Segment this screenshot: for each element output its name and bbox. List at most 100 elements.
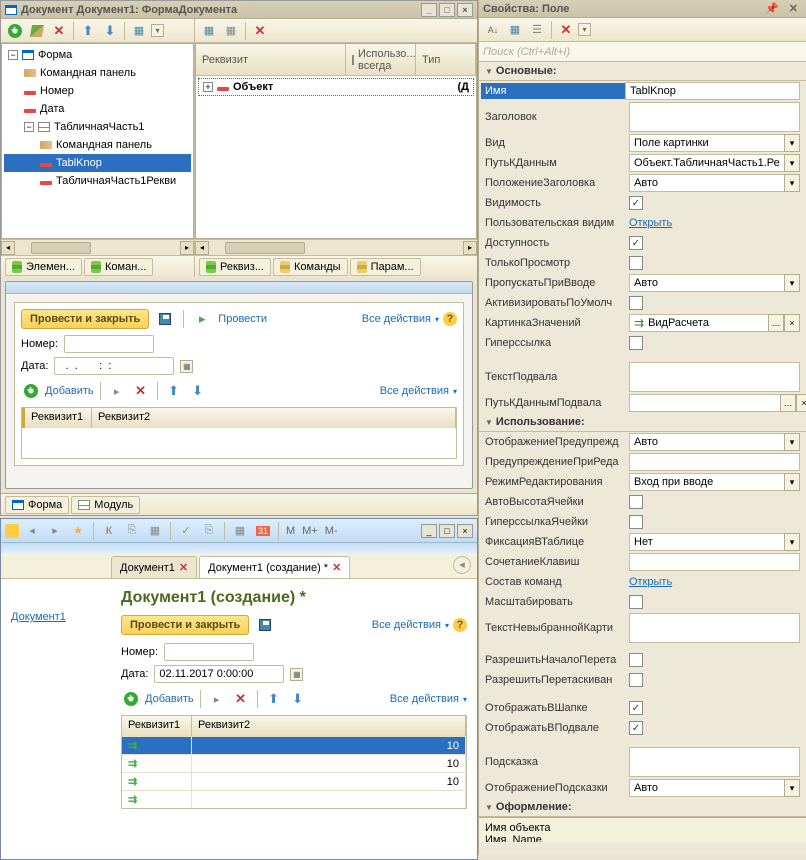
elements-tree[interactable]: −Форма Командная панель Номер Дата −Табл… bbox=[2, 44, 193, 192]
mplus-button[interactable]: M+ bbox=[300, 525, 320, 537]
prop-noimg-input[interactable] bbox=[629, 613, 800, 643]
prop-drag-check[interactable] bbox=[629, 673, 643, 687]
close-tab-icon[interactable]: ✕ bbox=[332, 561, 341, 574]
copy-button[interactable]: ▸ bbox=[107, 381, 127, 401]
tab-commands2[interactable]: Команды bbox=[273, 258, 348, 276]
add-row-button[interactable] bbox=[21, 381, 41, 401]
prop-activdef-check[interactable] bbox=[629, 296, 643, 310]
maximize-button[interactable]: □ bbox=[439, 3, 455, 17]
delete-button[interactable]: ✕ bbox=[49, 21, 69, 41]
move-up-button[interactable]: ⬆ bbox=[78, 21, 98, 41]
clear-button[interactable]: × bbox=[784, 314, 800, 332]
maximize-button[interactable]: □ bbox=[439, 524, 455, 538]
more-button[interactable]: … bbox=[780, 394, 796, 412]
prop-fix-input[interactable] bbox=[629, 533, 784, 551]
tab-doc1[interactable]: Документ1✕ bbox=[111, 556, 197, 578]
copy-button[interactable]: ⎘ bbox=[122, 521, 142, 541]
scrollbar[interactable]: ◂▸ bbox=[1, 239, 194, 255]
prop-footerpath-input[interactable] bbox=[629, 394, 780, 412]
help-button[interactable]: ? bbox=[443, 312, 457, 326]
prop-showhead-check[interactable]: ✓ bbox=[629, 701, 643, 715]
prop-hyper-check[interactable] bbox=[629, 336, 643, 350]
edit-button[interactable] bbox=[27, 21, 47, 41]
prop-showfoot-check[interactable]: ✓ bbox=[629, 721, 643, 735]
prop-skip-input[interactable] bbox=[629, 274, 784, 292]
col-header[interactable]: Реквизит2 bbox=[192, 716, 466, 736]
back-button[interactable]: ◂ bbox=[453, 556, 471, 574]
prop-warnedit-input[interactable] bbox=[629, 453, 800, 471]
sort-az-button[interactable]: A↓ bbox=[483, 20, 503, 40]
m-button[interactable]: M bbox=[284, 525, 297, 537]
nav-doc-link[interactable]: Документ1 bbox=[11, 611, 66, 623]
post-close-button[interactable]: Провести и закрыть bbox=[121, 615, 249, 635]
prop-picvals-input[interactable]: ⇉ВидРасчета bbox=[629, 314, 768, 332]
table-row[interactable]: ⇉10 bbox=[122, 736, 466, 754]
clear-button[interactable]: ✕ bbox=[556, 20, 576, 40]
section-main[interactable]: Основные: bbox=[479, 62, 806, 81]
tab-commands[interactable]: Коман... bbox=[84, 258, 153, 276]
prop-keys-input[interactable] bbox=[629, 553, 800, 571]
copy-button[interactable]: ▸ bbox=[207, 689, 227, 709]
delete-attr-button[interactable]: ✕ bbox=[250, 21, 270, 41]
tool1[interactable]: ✓ bbox=[176, 521, 196, 541]
number-input[interactable] bbox=[64, 335, 154, 353]
dropdown-button[interactable]: ▾ bbox=[784, 174, 800, 192]
section-use[interactable]: Использование: bbox=[479, 413, 806, 432]
prop-footer-input[interactable] bbox=[629, 362, 800, 392]
prop-tipview-input[interactable] bbox=[629, 779, 784, 797]
prop-kind-input[interactable] bbox=[629, 134, 784, 152]
preview-grid[interactable]: Реквизит1 Реквизит2 bbox=[21, 407, 457, 459]
props-button[interactable]: ▦ bbox=[129, 21, 149, 41]
all-actions-link[interactable]: Все действия bbox=[372, 619, 441, 631]
tab-doc1-create[interactable]: Документ1 (создание) *✕ bbox=[199, 556, 350, 578]
prop-cmdset-link[interactable]: Открыть bbox=[629, 576, 672, 588]
scrollbar[interactable]: ◂▸ bbox=[195, 239, 477, 255]
prop-readonly-check[interactable] bbox=[629, 256, 643, 270]
prop-dragbegin-check[interactable] bbox=[629, 653, 643, 667]
attr-btn2[interactable]: ▦ bbox=[221, 21, 241, 41]
prop-avail-check[interactable]: ✓ bbox=[629, 236, 643, 250]
cell-value[interactable]: 10 bbox=[192, 737, 466, 754]
cat-button[interactable]: ▦ bbox=[505, 20, 525, 40]
calendar-button[interactable]: ▦ bbox=[230, 521, 250, 541]
clear-button[interactable]: × bbox=[796, 394, 806, 412]
tree-item[interactable]: Дата bbox=[40, 103, 64, 115]
prop-title-input[interactable] bbox=[629, 102, 800, 132]
close-button[interactable]: × bbox=[457, 3, 473, 17]
dropdown-button[interactable]: ▾ bbox=[784, 274, 800, 292]
table-row[interactable]: ⇉10 bbox=[122, 754, 466, 772]
add-row-button[interactable] bbox=[121, 689, 141, 709]
tab-elements[interactable]: Элемен... bbox=[5, 258, 82, 276]
tool2[interactable]: ⎘ bbox=[199, 521, 219, 541]
dropdown-button[interactable]: ▾ bbox=[784, 473, 800, 491]
section-design[interactable]: Оформление: bbox=[479, 798, 806, 817]
attr-object[interactable]: Объект bbox=[233, 81, 273, 93]
close-button[interactable]: ✕ bbox=[785, 0, 802, 18]
prop-cellhyper-check[interactable] bbox=[629, 515, 643, 529]
tree-expand-icon[interactable]: + bbox=[203, 82, 213, 92]
cell-value[interactable]: 10 bbox=[192, 773, 466, 790]
dropdown-button[interactable]: ▾ bbox=[784, 779, 800, 797]
tree-item[interactable]: ТабличнаяЧасть1Рекви bbox=[56, 175, 176, 187]
minimize-button[interactable]: _ bbox=[421, 524, 437, 538]
nav-back[interactable]: ◂ bbox=[22, 521, 42, 541]
post-button-icon[interactable]: ▸ bbox=[192, 309, 212, 329]
date-picker-button[interactable]: ▦ bbox=[290, 668, 303, 681]
col-use[interactable]: Использо... всегда bbox=[346, 44, 416, 75]
prop-name-input[interactable] bbox=[625, 82, 800, 100]
col-header[interactable]: Реквизит1 bbox=[22, 408, 92, 428]
down-button[interactable]: ⬇ bbox=[288, 689, 308, 709]
tree-collapse-icon[interactable]: − bbox=[24, 122, 34, 132]
date-button[interactable]: 31 bbox=[253, 521, 273, 541]
all-actions-link[interactable]: Все действия bbox=[380, 385, 449, 397]
dropdown-button[interactable]: ▾ bbox=[784, 134, 800, 152]
props-search[interactable]: Поиск (Ctrl+Alt+I) bbox=[479, 42, 806, 62]
del-button[interactable]: ✕ bbox=[131, 381, 151, 401]
dropdown-button[interactable]: ▾ bbox=[784, 154, 800, 172]
up-button[interactable]: ⬆ bbox=[164, 381, 184, 401]
all-actions-link[interactable]: Все действия bbox=[390, 693, 459, 705]
fav-button[interactable]: ★ bbox=[68, 521, 88, 541]
tree-root[interactable]: Форма bbox=[38, 49, 72, 61]
move-down-button[interactable]: ⬇ bbox=[100, 21, 120, 41]
add-link[interactable]: Добавить bbox=[145, 693, 194, 705]
